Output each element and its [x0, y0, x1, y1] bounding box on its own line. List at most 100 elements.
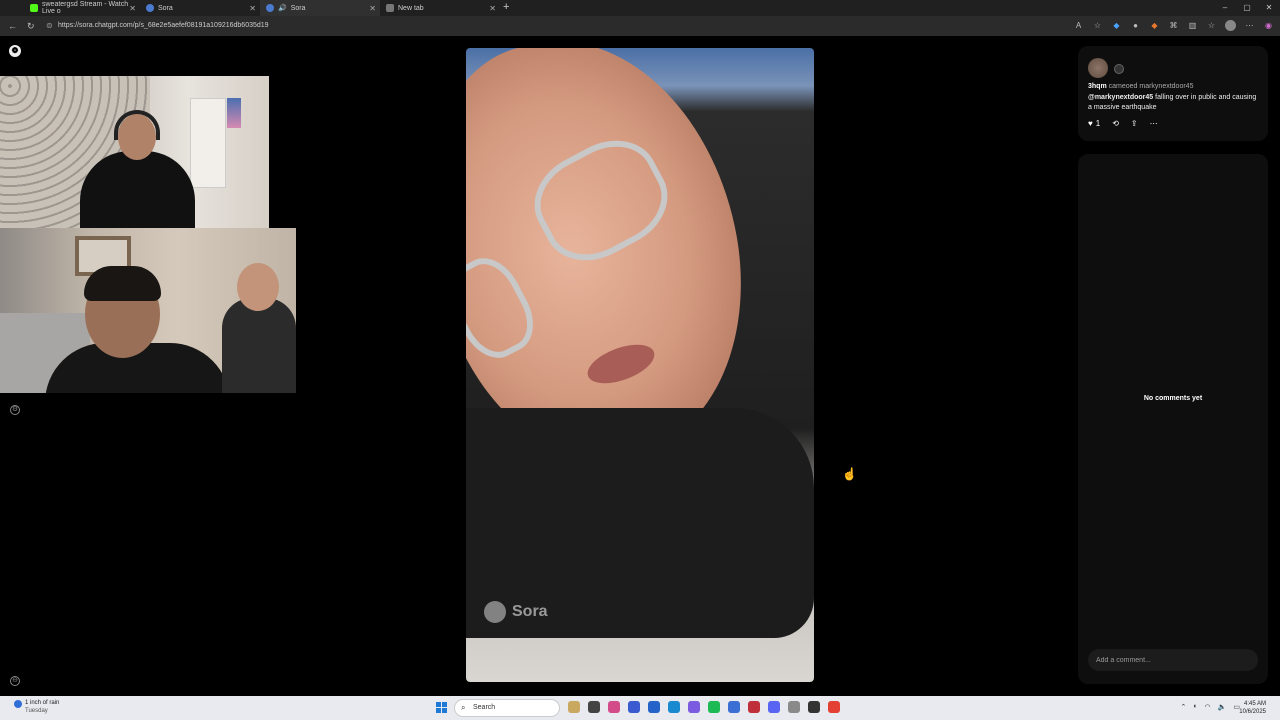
like-button[interactable]: ♥ 1 [1088, 119, 1100, 128]
taskbar-app-icon[interactable] [728, 701, 740, 713]
tab-kick-stream[interactable]: sweatergsd Stream - Watch Live o ✕ [24, 0, 140, 16]
taskbar-app-icon[interactable] [808, 701, 820, 713]
close-tab-icon[interactable]: ✕ [369, 4, 376, 13]
guest-2-body [222, 298, 296, 393]
poster [227, 98, 241, 128]
url-text: https://sora.chatgpt.com/p/s_68e2e5aefef… [58, 22, 269, 29]
wifi-icon[interactable]: ◠ [1205, 703, 1211, 711]
volume-icon[interactable]: 🔈 [1218, 703, 1227, 711]
no-comments-text: No comments yet [1143, 395, 1203, 402]
weather-alert-icon [14, 700, 22, 708]
extension-icon[interactable]: ● [1130, 20, 1141, 31]
mouse-cursor-icon: ☝ [842, 467, 857, 481]
door [190, 98, 226, 188]
tab-label: sweatergsd Stream - Watch Live o [42, 1, 129, 15]
taskbar-app-icon[interactable] [708, 701, 720, 713]
taskbar-app-icon[interactable] [668, 701, 680, 713]
taskbar-app-icon[interactable] [768, 701, 780, 713]
caption-mention[interactable]: @markynextdoor45 [1088, 94, 1153, 101]
creator-username[interactable]: 3hqm [1088, 83, 1107, 90]
post-actions: ♥ 1 ⟲ ⇪ ⋯ [1088, 119, 1158, 128]
maximize-button[interactable]: ▢ [1236, 0, 1258, 16]
sora-post-page: ❁ ⚙ ⊖ Sora ☝ 3hqm cameoed markynextdoor4… [0, 36, 1280, 696]
options-icon[interactable]: ⊖ [10, 676, 20, 686]
url-field[interactable]: ⊜ https://sora.chatgpt.com/p/s_68e2e5aef… [44, 19, 1068, 33]
back-arrow-icon[interactable]: ← [8, 21, 17, 32]
split-screen-icon[interactable]: ▥ [1187, 20, 1198, 31]
webcam-overlay-streamer [0, 76, 269, 228]
minimize-button[interactable]: – [1214, 0, 1236, 16]
like-count: 1 [1095, 119, 1101, 128]
tab-sora-2[interactable]: 🔊 Sora ✕ [260, 0, 380, 16]
refresh-icon[interactable]: ↻ [27, 21, 35, 32]
browser-tab-strip: sweatergsd Stream - Watch Live o ✕ Sora … [0, 0, 1280, 16]
clock-time: 4:45 AM [1243, 701, 1266, 707]
weather-day: Tuesday [25, 708, 48, 714]
close-tab-icon[interactable]: ✕ [489, 4, 496, 13]
tab-label: Sora [158, 4, 173, 12]
windows-taskbar: 1 inch of rain Tuesday ⌕ Search ⌃ ◐ ◠ 🔈 … [0, 696, 1280, 720]
site-info-icon[interactable]: ⊜ [46, 19, 53, 33]
post-caption: @markynextdoor45 falling over in public … [1088, 93, 1260, 113]
profile-avatar-icon[interactable] [1225, 20, 1236, 31]
taskbar-apps [568, 701, 840, 713]
taskbar-app-icon[interactable] [828, 701, 840, 713]
start-button[interactable] [436, 702, 447, 713]
comments-panel: No comments yet [1078, 154, 1268, 684]
remix-icon[interactable]: ⟲ [1112, 119, 1119, 128]
cameo-avatar[interactable] [1114, 64, 1124, 74]
taskbar-app-icon[interactable] [588, 701, 600, 713]
webcam-overlay-guests [0, 228, 296, 393]
taskbar-app-icon[interactable] [568, 701, 580, 713]
settings-icon[interactable]: ⚙ [10, 405, 20, 415]
comment-input[interactable] [1088, 649, 1258, 671]
copilot-icon[interactable]: ◉ [1263, 20, 1274, 31]
clock-date: 10/6/2025 [1239, 709, 1266, 715]
tab-label: New tab [398, 4, 424, 12]
more-icon[interactable]: ⋯ [1150, 119, 1158, 128]
taskbar-app-icon[interactable] [748, 701, 760, 713]
taskbar-app-icon[interactable] [628, 701, 640, 713]
close-window-button[interactable]: ✕ [1258, 0, 1280, 16]
address-bar-row: ← ↻ ⊜ https://sora.chatgpt.com/p/s_68e2e… [0, 16, 1280, 36]
cameo-username[interactable]: markynextdoor45 [1139, 83, 1193, 90]
taskbar-app-icon[interactable] [608, 701, 620, 713]
creator-avatar[interactable] [1088, 58, 1108, 78]
toolbar-icons: A ☆ ◆ ● ◆ ⌘ ▥ ☆ ⋯ ◉ [1073, 20, 1274, 31]
chevron-up-icon[interactable]: ⌃ [1180, 703, 1186, 711]
new-tab-button[interactable]: + [503, 1, 509, 13]
search-icon: ⌕ [461, 703, 466, 712]
taskbar-app-icon[interactable] [688, 701, 700, 713]
tab-label: Sora [290, 4, 306, 12]
sora-favicon-icon [146, 4, 154, 12]
sora-watermark: Sora [484, 601, 548, 623]
tray-app-icon[interactable]: ◐ [1193, 703, 1197, 711]
search-label: Search [473, 704, 496, 711]
taskbar-app-icon[interactable] [788, 701, 800, 713]
more-menu-icon[interactable]: ⋯ [1244, 20, 1255, 31]
heart-icon: ♥ [1088, 119, 1093, 128]
taskbar-app-icon[interactable] [648, 701, 660, 713]
speaker-icon[interactable]: 🔊 [278, 4, 287, 12]
extension-icon[interactable]: ◆ [1149, 20, 1160, 31]
extensions-puzzle-icon[interactable]: ⌘ [1168, 20, 1179, 31]
favorites-icon[interactable]: ☆ [1206, 20, 1217, 31]
system-tray: ⌃ ◐ ◠ 🔈 ▭ [1180, 703, 1240, 711]
taskbar-clock[interactable]: 4:45 AM 10/6/2025 [1239, 700, 1266, 716]
read-aloud-icon[interactable]: A [1073, 20, 1084, 31]
tab-sora-1[interactable]: Sora ✕ [140, 0, 260, 16]
guest-1-hair [84, 266, 161, 301]
share-icon[interactable]: ⇪ [1131, 119, 1138, 128]
post-info-card: 3hqm cameoed markynextdoor45 @markynextd… [1078, 46, 1268, 141]
extension-icon[interactable]: ◆ [1111, 20, 1122, 31]
weather-text: 1 inch of rain [25, 700, 60, 706]
taskbar-search[interactable]: ⌕ Search [454, 699, 560, 717]
window-controls: – ▢ ✕ [1214, 0, 1280, 16]
close-tab-icon[interactable]: ✕ [129, 4, 136, 13]
close-tab-icon[interactable]: ✕ [249, 4, 256, 13]
favorite-star-icon[interactable]: ☆ [1092, 20, 1103, 31]
video-player[interactable]: Sora [466, 48, 814, 682]
post-attribution: 3hqm cameoed markynextdoor45 [1088, 83, 1193, 90]
sora-logo-icon[interactable]: ❁ [9, 45, 21, 57]
tab-new-tab[interactable]: New tab ✕ [380, 0, 500, 16]
